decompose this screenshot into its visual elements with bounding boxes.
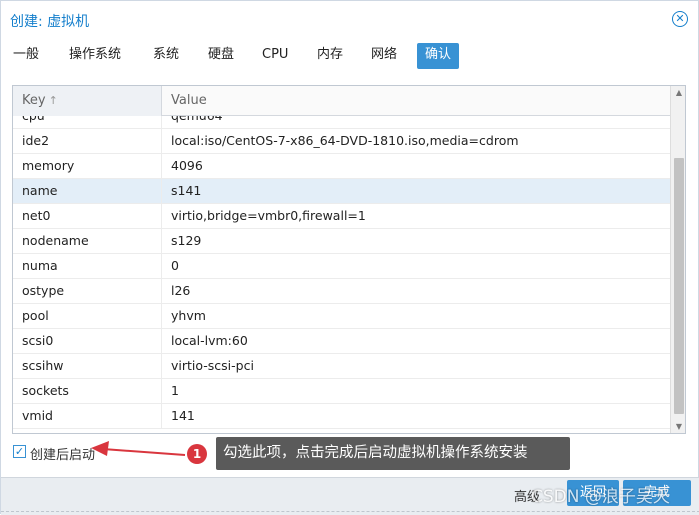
row-key: ostype bbox=[13, 279, 162, 304]
scrollbar-thumb[interactable] bbox=[674, 158, 684, 414]
annotation-badge: 1 bbox=[187, 444, 207, 464]
annotation-callout: 勾选此项，点击完成后启动虚拟机操作系统安装 bbox=[216, 437, 570, 470]
summary-grid: Key↑ Value cpu qemu64 ide2 local:iso/Cen… bbox=[12, 85, 686, 434]
grid-body: cpu qemu64 ide2 local:iso/CentOS-7-x86_6… bbox=[13, 116, 670, 433]
row-value: virtio,bridge=vmbr0,firewall=1 bbox=[171, 208, 366, 223]
tab-general[interactable]: 一般 bbox=[7, 43, 45, 69]
wizard-tabs: 一般 操作系统 系统 硬盘 CPU 内存 网络 确认 bbox=[7, 43, 687, 69]
tab-network[interactable]: 网络 bbox=[365, 43, 403, 69]
column-header-key-label: Key bbox=[22, 93, 46, 108]
row-key: sockets bbox=[13, 379, 162, 404]
table-row[interactable]: net0 virtio,bridge=vmbr0,firewall=1 bbox=[13, 204, 670, 229]
tab-confirm[interactable]: 确认 bbox=[417, 43, 459, 69]
annotation-arrow-icon bbox=[91, 441, 186, 456]
create-vm-dialog: 创建: 虚拟机 ✕ 一般 操作系统 系统 硬盘 CPU 内存 网络 确认 Key… bbox=[0, 0, 699, 515]
table-row[interactable]: pool yhvm bbox=[13, 304, 670, 329]
row-key: memory bbox=[13, 154, 162, 179]
sort-asc-icon: ↑ bbox=[48, 94, 58, 107]
table-row[interactable]: memory 4096 bbox=[13, 154, 670, 179]
tab-os[interactable]: 操作系统 bbox=[63, 43, 127, 69]
row-value: l26 bbox=[171, 283, 191, 298]
vertical-scrollbar[interactable]: ▲ ▼ bbox=[670, 86, 685, 433]
row-key: net0 bbox=[13, 204, 162, 229]
table-row[interactable]: nodename s129 bbox=[13, 229, 670, 254]
table-row[interactable]: ide2 local:iso/CentOS-7-x86_64-DVD-1810.… bbox=[13, 129, 670, 154]
tab-memory[interactable]: 内存 bbox=[311, 43, 349, 69]
column-header-value[interactable]: Value bbox=[162, 86, 670, 116]
row-value: s141 bbox=[171, 183, 202, 198]
table-row[interactable]: sockets 1 bbox=[13, 379, 670, 404]
row-value: virtio-scsi-pci bbox=[171, 358, 254, 373]
row-value: s129 bbox=[171, 233, 202, 248]
row-key: vmid bbox=[13, 404, 162, 429]
row-key: numa bbox=[13, 254, 162, 279]
row-key: scsihw bbox=[13, 354, 162, 379]
row-value: 0 bbox=[171, 258, 179, 273]
table-row[interactable]: vmid 141 bbox=[13, 404, 670, 429]
table-row-selected[interactable]: name s141 bbox=[13, 179, 670, 204]
checkbox-checked-icon[interactable]: ✓ bbox=[13, 445, 26, 458]
row-key: scsi0 bbox=[13, 329, 162, 354]
row-value: local:iso/CentOS-7-x86_64-DVD-1810.iso,m… bbox=[171, 133, 519, 148]
row-key: nodename bbox=[13, 229, 162, 254]
row-value: yhvm bbox=[171, 308, 206, 323]
scroll-up-icon[interactable]: ▲ bbox=[671, 86, 685, 100]
row-value: 4096 bbox=[171, 158, 203, 173]
table-row[interactable]: scsi0 local-lvm:60 bbox=[13, 329, 670, 354]
tab-system[interactable]: 系统 bbox=[147, 43, 185, 69]
table-row[interactable]: numa 0 bbox=[13, 254, 670, 279]
start-after-created-label[interactable]: 创建后启动 bbox=[30, 444, 95, 463]
tab-disk[interactable]: 硬盘 bbox=[202, 43, 240, 69]
table-row[interactable]: ostype l26 bbox=[13, 279, 670, 304]
divider bbox=[1, 511, 699, 512]
row-value: 141 bbox=[171, 408, 195, 423]
column-header-key[interactable]: Key ↑ bbox=[13, 86, 162, 116]
table-row[interactable]: scsihw virtio-scsi-pci bbox=[13, 354, 670, 379]
grid-header: Key ↑ Value bbox=[13, 86, 670, 116]
row-value: 1 bbox=[171, 383, 179, 398]
watermark: CSDN @浪子吴天 bbox=[531, 487, 670, 507]
row-key: cpu bbox=[13, 116, 162, 129]
close-icon[interactable]: ✕ bbox=[672, 11, 688, 27]
dialog-title: 创建: 虚拟机 bbox=[10, 14, 90, 30]
row-value: local-lvm:60 bbox=[171, 333, 248, 348]
row-key: name bbox=[13, 179, 162, 204]
tab-cpu[interactable]: CPU bbox=[256, 43, 294, 69]
table-row[interactable]: cpu qemu64 bbox=[13, 116, 670, 129]
row-key: pool bbox=[13, 304, 162, 329]
row-value: qemu64 bbox=[162, 116, 670, 129]
row-key: ide2 bbox=[13, 129, 162, 154]
scroll-down-icon[interactable]: ▼ bbox=[671, 420, 685, 433]
